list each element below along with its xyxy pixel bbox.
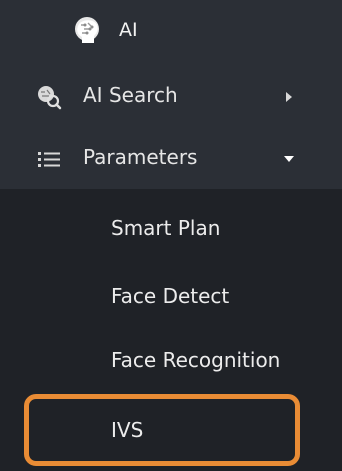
submenu-item-label: Smart Plan: [111, 216, 221, 240]
list-icon: [38, 152, 60, 167]
parameters-submenu: Smart Plan Face Detect Face Recognition …: [0, 189, 342, 471]
menu-item-label: AI Search: [83, 83, 178, 107]
submenu-item-face-recognition[interactable]: Face Recognition: [0, 329, 342, 391]
chevron-down-icon: [284, 156, 294, 162]
menu-item-ai-search[interactable]: AI Search: [0, 65, 342, 127]
submenu-item-ivs[interactable]: IVS: [0, 391, 342, 471]
menu-item-label: Parameters: [83, 145, 198, 169]
menu-header[interactable]: AI: [0, 0, 342, 65]
submenu-item-label: Face Detect: [111, 284, 230, 308]
submenu-item-face-detect[interactable]: Face Detect: [0, 267, 342, 329]
submenu-item-label: IVS: [111, 418, 144, 442]
submenu-item-smart-plan[interactable]: Smart Plan: [0, 189, 342, 267]
ai-navigation-menu: AI AI Search Parameters Smart Plan Face …: [0, 0, 342, 471]
menu-item-parameters[interactable]: Parameters: [0, 127, 342, 189]
ai-head-icon: [75, 17, 99, 43]
menu-header-title: AI: [119, 19, 138, 41]
chevron-right-icon: [286, 92, 292, 102]
submenu-item-label: Face Recognition: [111, 348, 281, 372]
ai-search-icon: [38, 86, 62, 110]
